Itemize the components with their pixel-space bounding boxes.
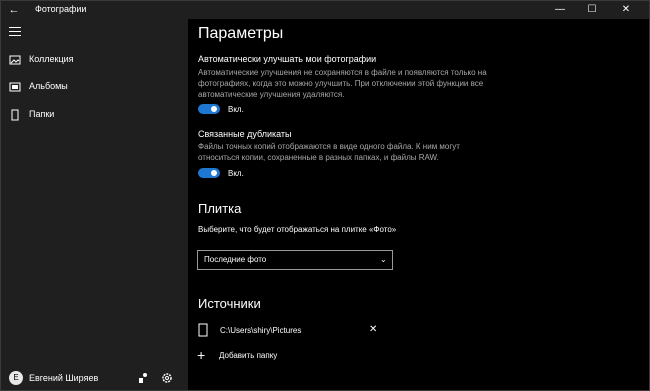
sources-heading: Источники (198, 296, 261, 311)
duplicates-title: Связанные дубликаты (198, 129, 292, 139)
add-folder-label: Добавить папку (219, 351, 278, 360)
share-icon[interactable] (137, 372, 149, 384)
back-arrow-icon[interactable]: ← (7, 3, 21, 17)
folder-icon (11, 109, 19, 121)
auto-enhance-desc: Автоматические улучшения не сохраняются … (198, 68, 487, 99)
sidebar-item-folders[interactable]: Папки (1, 104, 188, 126)
sidebar-item-label: Папки (29, 109, 55, 119)
user-name: Евгений Ширяев (29, 373, 99, 383)
title-bar: ← Фотографии — ☐ ✕ (1, 1, 649, 19)
app-window: ← Фотографии — ☐ ✕ Коллекция Альбомы Пап… (0, 0, 650, 391)
tile-select[interactable]: Последние фото ⌄ (197, 250, 393, 270)
add-folder-button[interactable]: + Добавить папку (197, 348, 317, 364)
sidebar-item-label: Коллекция (29, 54, 74, 64)
maximize-button[interactable]: ☐ (577, 1, 607, 19)
collection-icon (9, 55, 21, 65)
minimize-button[interactable]: — (545, 1, 575, 19)
plus-icon: + (197, 347, 206, 363)
auto-enhance-title: Автоматически улучшать мои фотографии (198, 54, 377, 64)
source-folder-path: C:\Users\shiry\Pictures (220, 326, 302, 335)
window-title: Фотографии (35, 4, 87, 14)
duplicates-toggle-label: Вкл. (228, 169, 244, 178)
album-icon (9, 82, 21, 92)
sidebar-item-collection[interactable]: Коллекция (1, 49, 188, 71)
chevron-down-icon: ⌄ (380, 255, 387, 264)
sidebar: Коллекция Альбомы Папки E Евгений Ширяев (1, 19, 188, 390)
remove-folder-button[interactable]: ✕ (369, 324, 377, 335)
sidebar-item-albums[interactable]: Альбомы (1, 76, 188, 98)
auto-enhance-toggle[interactable] (198, 104, 220, 114)
close-button[interactable]: ✕ (611, 1, 641, 19)
duplicates-toggle[interactable] (198, 168, 220, 178)
duplicates-desc: Файлы точных копий отображаются в виде о… (198, 142, 460, 162)
settings-panel: Параметры Автоматически улучшать мои фот… (188, 19, 649, 390)
gear-icon[interactable] (161, 372, 173, 384)
source-folder-row: C:\Users\shiry\Pictures ✕ (198, 323, 377, 339)
sidebar-item-label: Альбомы (29, 81, 68, 91)
auto-enhance-toggle-label: Вкл. (228, 105, 244, 114)
tile-select-value: Последние фото (204, 255, 267, 264)
hamburger-menu-icon[interactable] (9, 27, 21, 37)
page-title: Параметры (198, 25, 284, 42)
avatar: E (9, 371, 23, 385)
folder-icon (198, 323, 208, 337)
user-account[interactable]: E Евгений Ширяев (1, 367, 188, 389)
tile-heading: Плитка (198, 201, 242, 216)
tile-prompt: Выберите, что будет отображаться на плит… (198, 225, 397, 234)
